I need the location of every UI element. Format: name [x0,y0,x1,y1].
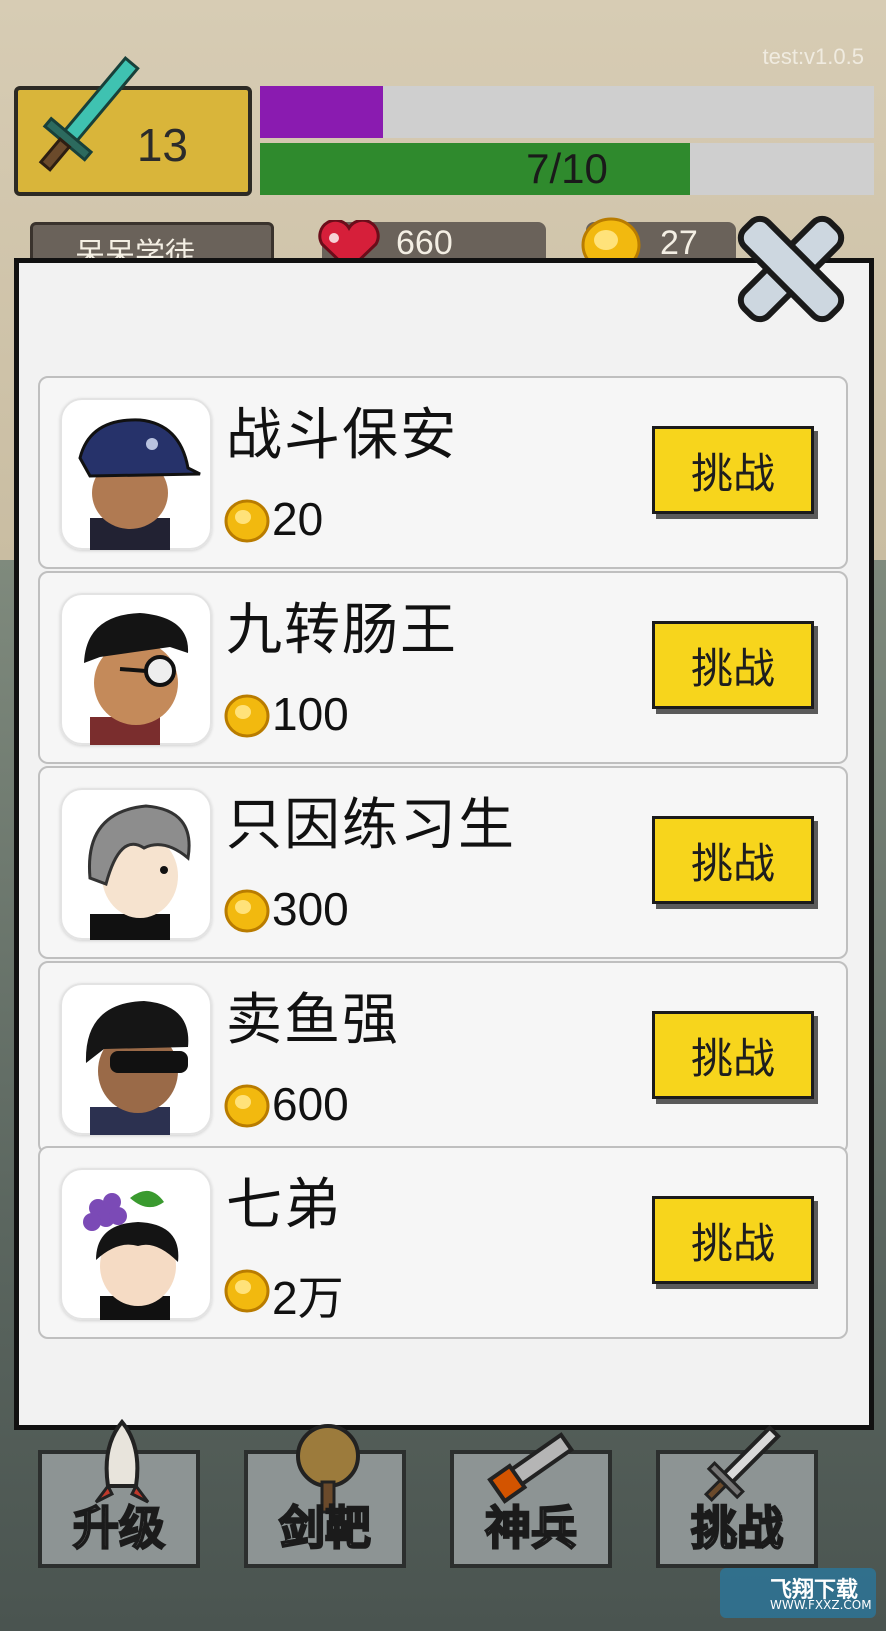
opponent-cost: 300 [272,883,349,935]
player-level: 13 [136,119,188,171]
opponent-cost: 2万 [272,1272,344,1324]
coin-icon [224,694,270,738]
list-item: 战斗保安 20 挑战 [38,376,848,569]
version-label: test:v1.0.5 [762,44,864,69]
avatar [60,983,212,1135]
coin-icon [224,1269,270,1313]
glasses-man-avatar-icon [84,613,189,745]
tab-label: 挑战 [690,1500,784,1556]
xp-bar [260,86,874,138]
watermark: 飞翔下载 WWW.FXXZ.COM [720,1568,876,1618]
avatar [60,593,212,745]
opponent-cost: 600 [272,1078,349,1130]
challenge-button[interactable]: 挑战 [652,426,814,514]
coin-icon [224,499,270,543]
watermark-url: WWW.FXXZ.COM [770,1598,872,1612]
opponent-name: 只因练习生 [226,793,516,858]
avatar [60,788,212,940]
avatar [60,398,212,550]
close-icon[interactable] [726,204,856,334]
opponent-name: 七弟 [226,1173,342,1238]
tab-challenge[interactable]: 挑战 [656,1424,818,1568]
list-item: 只因练习生 300 挑战 [38,766,848,959]
opponent-name: 卖鱼强 [226,988,400,1053]
opponent-name: 战斗保安 [226,403,458,468]
coin-icon [224,889,270,933]
list-item: 卖鱼强 600 挑战 [38,961,848,1154]
diamond-sword-icon [38,56,140,172]
tab-upgrade[interactable]: 升级 [38,1418,200,1568]
grape-kid-avatar-icon [83,1190,179,1320]
hp-bar: 7/10 [260,143,874,195]
sunglasses-man-avatar-icon [85,1001,189,1135]
challenge-button[interactable]: 挑战 [652,816,814,904]
challenge-button[interactable]: 挑战 [652,621,814,709]
security-guard-avatar-icon [78,418,201,550]
list-item: 七弟 2万 挑战 [38,1146,848,1339]
challenge-button[interactable]: 挑战 [652,1196,814,1284]
tab-label: 升级 [72,1500,166,1556]
tab-weapons[interactable]: 神兵 [450,1432,612,1568]
opponent-cost: 20 [272,493,324,545]
opponent-cost: 100 [272,688,349,740]
tab-label: 神兵 [484,1500,578,1556]
opponent-name: 九转肠王 [226,598,458,663]
list-item: 九转肠王 100 挑战 [38,571,848,764]
level-box: 13 [14,56,252,196]
challenge-button[interactable]: 挑战 [652,1011,814,1099]
hp-text: 7/10 [526,145,608,192]
tab-target[interactable]: 剑靶 [244,1424,406,1568]
xp-bar-fill [260,86,383,138]
tab-label: 剑靶 [278,1500,372,1556]
avatar [60,1168,212,1320]
coin-icon [224,1084,270,1128]
gray-hair-man-avatar-icon [87,804,191,940]
